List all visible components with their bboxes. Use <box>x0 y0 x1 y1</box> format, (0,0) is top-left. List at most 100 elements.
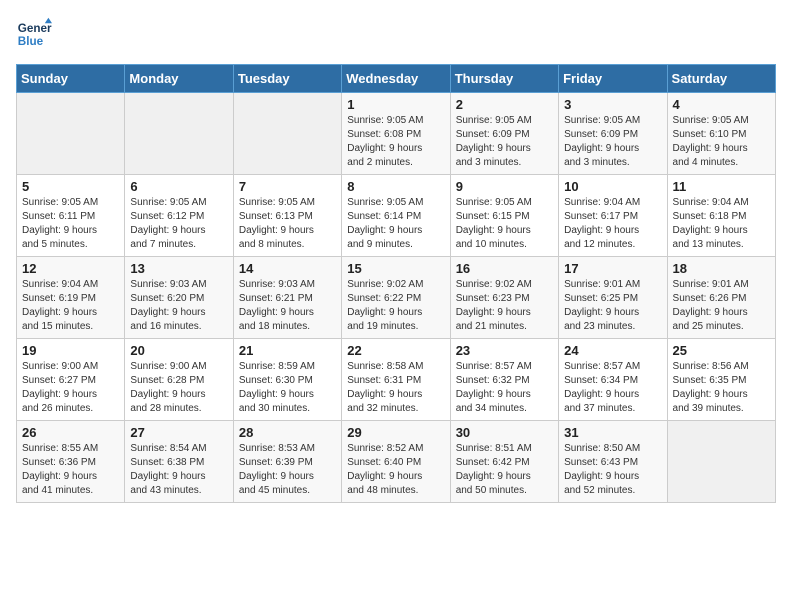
day-number: 24 <box>564 343 661 358</box>
svg-text:Blue: Blue <box>18 35 44 48</box>
week-row-3: 12 Sunrise: 9:04 AM Sunset: 6:19 PM Dayli… <box>17 257 776 339</box>
day-info: Sunrise: 9:02 AM Sunset: 6:23 PM Dayligh… <box>456 278 553 334</box>
day-info: Sunrise: 9:04 AM Sunset: 6:17 PM Dayligh… <box>564 196 661 252</box>
day-number: 12 <box>22 261 119 276</box>
day-number: 2 <box>456 97 553 112</box>
day-cell: 11Sunrise: 9:04 AM Sunset: 6:18 PM Dayli… <box>667 175 775 257</box>
day-info: Sunrise: 9:03 AM Sunset: 6:20 PM Dayligh… <box>130 278 227 334</box>
day-info: Sunrise: 9:04 AM Sunset: 6:19 PM Dayligh… <box>22 278 119 334</box>
day-info: Sunrise: 8:51 AM Sunset: 6:42 PM Dayligh… <box>456 442 553 498</box>
day-cell: 17Sunrise: 9:01 AM Sunset: 6:25 PM Dayli… <box>559 257 667 339</box>
day-info: Sunrise: 9:05 AM Sunset: 6:10 PM Dayligh… <box>673 114 770 170</box>
header-friday: Friday <box>559 65 667 93</box>
day-cell: 21Sunrise: 8:59 AM Sunset: 6:30 PM Dayli… <box>233 339 341 421</box>
day-number: 25 <box>673 343 770 358</box>
logo: General Blue <box>16 16 52 52</box>
day-cell: 29 Sunrise: 8:52 AM Sunset: 6:40 PM Dayli… <box>342 421 450 503</box>
page-header: General Blue <box>16 16 776 52</box>
day-number: 15 <box>347 261 444 276</box>
day-number: 13 <box>130 261 227 276</box>
day-number: 28 <box>239 425 336 440</box>
day-info: Sunrise: 8:59 AM Sunset: 6:30 PM Dayligh… <box>239 360 336 416</box>
week-row-5: 26Sunrise: 8:55 AM Sunset: 6:36 PM Dayli… <box>17 421 776 503</box>
day-info: Sunrise: 8:58 AM Sunset: 6:31 PM Dayligh… <box>347 360 444 416</box>
day-cell: 10 Sunrise: 9:04 AM Sunset: 6:17 PM Dayli… <box>559 175 667 257</box>
day-number: 17 <box>564 261 661 276</box>
day-number: 10 <box>564 179 661 194</box>
day-cell: 8 Sunrise: 9:05 AM Sunset: 6:14 PM Daylig… <box>342 175 450 257</box>
day-cell: 7 Sunrise: 9:05 AM Sunset: 6:13 PM Daylig… <box>233 175 341 257</box>
day-info: Sunrise: 9:04 AM Sunset: 6:18 PM Dayligh… <box>673 196 770 252</box>
header-monday: Monday <box>125 65 233 93</box>
header-saturday: Saturday <box>667 65 775 93</box>
day-info: Sunrise: 9:05 AM Sunset: 6:13 PM Dayligh… <box>239 196 336 252</box>
day-cell: 12 Sunrise: 9:04 AM Sunset: 6:19 PM Dayli… <box>17 257 125 339</box>
week-row-4: 19 Sunrise: 9:00 AM Sunset: 6:27 PM Dayli… <box>17 339 776 421</box>
day-cell: 20 Sunrise: 9:00 AM Sunset: 6:28 PM Dayli… <box>125 339 233 421</box>
day-number: 16 <box>456 261 553 276</box>
day-info: Sunrise: 9:05 AM Sunset: 6:12 PM Dayligh… <box>130 196 227 252</box>
day-cell: 2Sunrise: 9:05 AM Sunset: 6:09 PM Daylig… <box>450 93 558 175</box>
day-info: Sunrise: 9:05 AM Sunset: 6:11 PM Dayligh… <box>22 196 119 252</box>
day-number: 5 <box>22 179 119 194</box>
day-info: Sunrise: 8:57 AM Sunset: 6:34 PM Dayligh… <box>564 360 661 416</box>
day-cell: 14Sunrise: 9:03 AM Sunset: 6:21 PM Dayli… <box>233 257 341 339</box>
day-cell: 9Sunrise: 9:05 AM Sunset: 6:15 PM Daylig… <box>450 175 558 257</box>
day-cell: 26Sunrise: 8:55 AM Sunset: 6:36 PM Dayli… <box>17 421 125 503</box>
day-info: Sunrise: 9:03 AM Sunset: 6:21 PM Dayligh… <box>239 278 336 334</box>
day-cell: 1Sunrise: 9:05 AM Sunset: 6:08 PM Daylig… <box>342 93 450 175</box>
day-info: Sunrise: 9:02 AM Sunset: 6:22 PM Dayligh… <box>347 278 444 334</box>
day-cell: 19 Sunrise: 9:00 AM Sunset: 6:27 PM Dayli… <box>17 339 125 421</box>
day-number: 27 <box>130 425 227 440</box>
day-info: Sunrise: 9:05 AM Sunset: 6:14 PM Dayligh… <box>347 196 444 252</box>
day-cell: 28 Sunrise: 8:53 AM Sunset: 6:39 PM Dayli… <box>233 421 341 503</box>
day-cell: 6Sunrise: 9:05 AM Sunset: 6:12 PM Daylig… <box>125 175 233 257</box>
day-number: 22 <box>347 343 444 358</box>
day-info: Sunrise: 8:55 AM Sunset: 6:36 PM Dayligh… <box>22 442 119 498</box>
header-sunday: Sunday <box>17 65 125 93</box>
day-info: Sunrise: 9:05 AM Sunset: 6:15 PM Dayligh… <box>456 196 553 252</box>
day-cell: 3Sunrise: 9:05 AM Sunset: 6:09 PM Daylig… <box>559 93 667 175</box>
day-number: 31 <box>564 425 661 440</box>
day-cell <box>233 93 341 175</box>
day-cell: 23 Sunrise: 8:57 AM Sunset: 6:32 PM Dayli… <box>450 339 558 421</box>
day-info: Sunrise: 8:53 AM Sunset: 6:39 PM Dayligh… <box>239 442 336 498</box>
day-info: Sunrise: 9:00 AM Sunset: 6:28 PM Dayligh… <box>130 360 227 416</box>
day-number: 1 <box>347 97 444 112</box>
day-number: 3 <box>564 97 661 112</box>
day-number: 30 <box>456 425 553 440</box>
day-cell: 24 Sunrise: 8:57 AM Sunset: 6:34 PM Dayli… <box>559 339 667 421</box>
day-cell: 4 Sunrise: 9:05 AM Sunset: 6:10 PM Daylig… <box>667 93 775 175</box>
day-number: 29 <box>347 425 444 440</box>
day-info: Sunrise: 9:00 AM Sunset: 6:27 PM Dayligh… <box>22 360 119 416</box>
day-info: Sunrise: 8:54 AM Sunset: 6:38 PM Dayligh… <box>130 442 227 498</box>
day-info: Sunrise: 8:52 AM Sunset: 6:40 PM Dayligh… <box>347 442 444 498</box>
day-cell: 22 Sunrise: 8:58 AM Sunset: 6:31 PM Dayli… <box>342 339 450 421</box>
day-info: Sunrise: 8:57 AM Sunset: 6:32 PM Dayligh… <box>456 360 553 416</box>
day-number: 19 <box>22 343 119 358</box>
day-info: Sunrise: 8:56 AM Sunset: 6:35 PM Dayligh… <box>673 360 770 416</box>
day-number: 7 <box>239 179 336 194</box>
day-cell <box>125 93 233 175</box>
svg-text:General: General <box>18 22 52 35</box>
day-info: Sunrise: 9:01 AM Sunset: 6:26 PM Dayligh… <box>673 278 770 334</box>
day-number: 8 <box>347 179 444 194</box>
day-cell <box>17 93 125 175</box>
header-thursday: Thursday <box>450 65 558 93</box>
day-number: 20 <box>130 343 227 358</box>
week-row-2: 5 Sunrise: 9:05 AM Sunset: 6:11 PM Daylig… <box>17 175 776 257</box>
logo-icon: General Blue <box>16 16 52 52</box>
day-cell: 30 Sunrise: 8:51 AM Sunset: 6:42 PM Dayli… <box>450 421 558 503</box>
calendar-table: SundayMondayTuesdayWednesdayThursdayFrid… <box>16 64 776 503</box>
day-cell: 31Sunrise: 8:50 AM Sunset: 6:43 PM Dayli… <box>559 421 667 503</box>
day-number: 23 <box>456 343 553 358</box>
day-number: 4 <box>673 97 770 112</box>
day-cell: 5 Sunrise: 9:05 AM Sunset: 6:11 PM Daylig… <box>17 175 125 257</box>
day-number: 18 <box>673 261 770 276</box>
day-cell: 16 Sunrise: 9:02 AM Sunset: 6:23 PM Dayli… <box>450 257 558 339</box>
day-cell: 25 Sunrise: 8:56 AM Sunset: 6:35 PM Dayli… <box>667 339 775 421</box>
day-cell <box>667 421 775 503</box>
week-row-1: 1Sunrise: 9:05 AM Sunset: 6:08 PM Daylig… <box>17 93 776 175</box>
day-cell: 13 Sunrise: 9:03 AM Sunset: 6:20 PM Dayli… <box>125 257 233 339</box>
header-row: SundayMondayTuesdayWednesdayThursdayFrid… <box>17 65 776 93</box>
